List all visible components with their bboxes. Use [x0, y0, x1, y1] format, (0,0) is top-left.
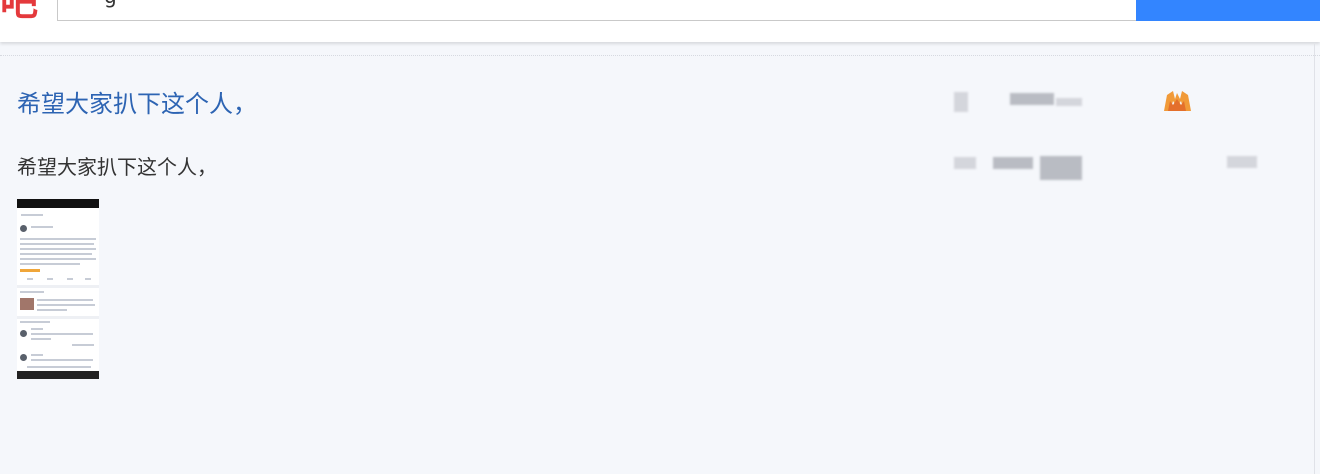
author-name-blurred-tail: [1056, 98, 1082, 106]
reply-avatar-blurred: [954, 157, 976, 169]
search-button[interactable]: [1136, 0, 1320, 21]
reply-author-blurred[interactable]: [993, 157, 1033, 169]
fire-icon: [1164, 91, 1191, 111]
search-input-value: g: [104, 0, 117, 8]
author-name-blurred[interactable]: [1010, 93, 1054, 105]
divider: [0, 55, 1320, 56]
top-bar: 吧 g: [0, 0, 1320, 42]
thread-thumbnail[interactable]: [17, 199, 99, 379]
reply-author-blurred-tail: [1040, 156, 1082, 180]
author-avatar-blurred: [954, 92, 968, 112]
site-logo[interactable]: 吧: [0, 0, 38, 26]
thread-title-link[interactable]: 希望大家扒下这个人，: [17, 84, 257, 119]
scrollbar-edge: [1314, 44, 1315, 474]
reply-time-blurred: [1227, 156, 1257, 168]
search-input[interactable]: g: [57, 0, 1137, 21]
thread-abstract: 希望大家扒下这个人，: [17, 155, 217, 179]
